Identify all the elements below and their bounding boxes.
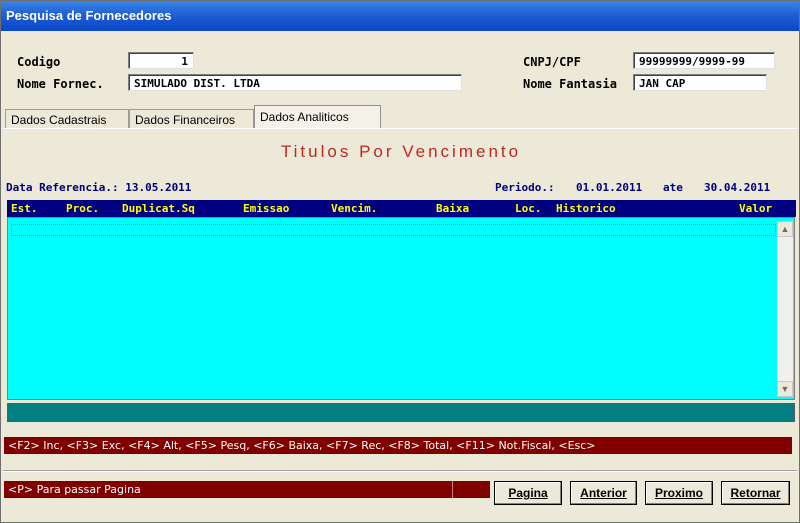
tab-dados-analiticos[interactable]: Dados Analiticos [254,105,381,129]
anterior-button[interactable]: Anterior [570,481,637,505]
col-proc[interactable]: Proc. [66,200,99,217]
report-heading: Titulos Por Vencimento [280,142,522,161]
col-valor[interactable]: Valor [739,200,772,217]
titles-grid[interactable]: ▲ ▼ [7,217,795,400]
periodo-from: 01.01.2011 [576,181,643,194]
data-referencia: Data Referencia.: 13.05.2011 [6,181,192,194]
col-historico[interactable]: Historico [556,200,616,217]
col-baixa[interactable]: Baixa [436,200,469,217]
function-keys-bar: <F2> Inc, <F3> Exc, <F4> Alt, <F5> Pesq,… [4,437,792,454]
nome-fornec-field[interactable]: SIMULADO DIST. LTDA [128,74,462,91]
periodo-to: 30.04.2011 [704,181,771,194]
app-window: Pesquisa de Fornecedores Codigo 1 Nome F… [0,0,800,523]
col-duplicat-sq[interactable]: Duplicat.Sq [122,200,195,217]
table-header: Est. Proc. Duplicat.Sq Emissao Vencim. B… [7,200,796,217]
retornar-button[interactable]: Retornar [721,481,790,505]
col-loc[interactable]: Loc. [515,200,542,217]
hint-divider [452,481,453,498]
col-emissao[interactable]: Emissao [243,200,289,217]
codigo-label: Codigo [17,55,61,69]
tab-dados-cadastrais[interactable]: Dados Cadastrais [5,109,129,129]
tab-dados-financeiros[interactable]: Dados Financeiros [129,109,254,129]
nome-fantasia-field[interactable]: JAN CAP [633,74,767,91]
scroll-up-icon[interactable]: ▲ [777,221,793,237]
col-vencim[interactable]: Vencim. [331,200,377,217]
pagina-button[interactable]: Pagina [494,481,562,505]
scroll-down-icon[interactable]: ▼ [777,381,793,397]
page-hint: <P> Para passar Pagina [4,481,490,498]
totals-bar [7,403,795,422]
selected-row[interactable] [11,224,776,236]
cnpj-field[interactable]: 99999999/9999-99 [633,52,775,69]
title-bar[interactable]: Pesquisa de Fornecedores [1,1,799,31]
nome-fantasia-label: Nome Fantasia [523,77,617,91]
cnpj-label: CNPJ/CPF [523,55,581,69]
proximo-button[interactable]: Proximo [645,481,713,505]
nome-fornec-label: Nome Fornec. [17,77,104,91]
separator [3,470,797,472]
window-title: Pesquisa de Fornecedores [6,8,172,23]
col-est[interactable]: Est. [11,200,38,217]
codigo-field[interactable]: 1 [128,52,194,69]
periodo-sep: ate [663,181,683,194]
vertical-scrollbar[interactable]: ▲ ▼ [777,221,793,397]
periodo-label: Periodo.: [495,181,555,194]
